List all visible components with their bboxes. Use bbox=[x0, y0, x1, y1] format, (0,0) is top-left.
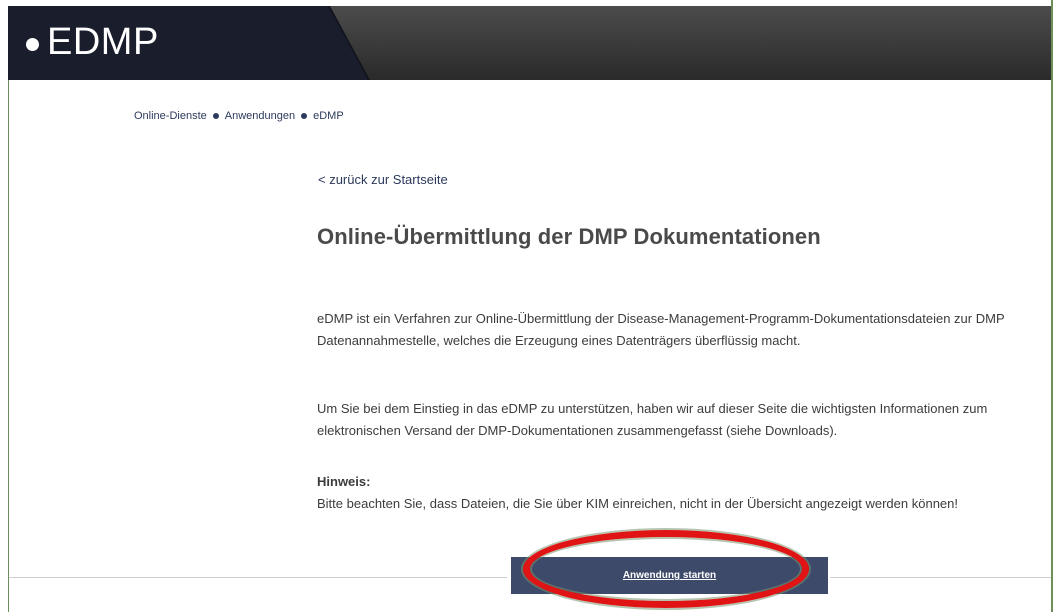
brand-logo[interactable]: EDMP bbox=[26, 20, 159, 64]
divider-left bbox=[9, 577, 507, 578]
hint-text: Bitte beachten Sie, dass Dateien, die Si… bbox=[317, 496, 958, 511]
back-to-home-link[interactable]: < zurück zur Startseite bbox=[318, 172, 448, 187]
support-paragraph: Um Sie bei dem Einstieg in das eDMP zu u… bbox=[317, 401, 988, 438]
frame-border-left bbox=[8, 80, 9, 612]
hint-label: Hinweis: bbox=[317, 474, 371, 489]
header-bar: EDMP bbox=[8, 6, 1051, 80]
breadcrumb: Online-Dienste Anwendungen eDMP bbox=[134, 110, 344, 122]
bullet-icon bbox=[26, 37, 39, 51]
page-title: Online-Übermittlung der DMP Dokumentatio… bbox=[317, 224, 821, 249]
breadcrumb-item-online-dienste[interactable]: Online-Dienste bbox=[134, 110, 207, 122]
breadcrumb-item-edmp[interactable]: eDMP bbox=[313, 110, 344, 122]
breadcrumb-item-anwendungen[interactable]: Anwendungen bbox=[225, 110, 295, 122]
brand-title: EDMP bbox=[47, 21, 159, 63]
breadcrumb-separator-icon bbox=[212, 113, 219, 119]
divider-right bbox=[830, 577, 1051, 578]
intro-paragraph: eDMP ist ein Verfahren zur Online-Übermi… bbox=[317, 311, 1005, 348]
page: EDMP Online-Dienste Anwendungen eDMP < z… bbox=[0, 0, 1053, 612]
start-application-button[interactable]: Anwendung starten bbox=[511, 557, 828, 594]
breadcrumb-separator-icon bbox=[301, 113, 308, 119]
